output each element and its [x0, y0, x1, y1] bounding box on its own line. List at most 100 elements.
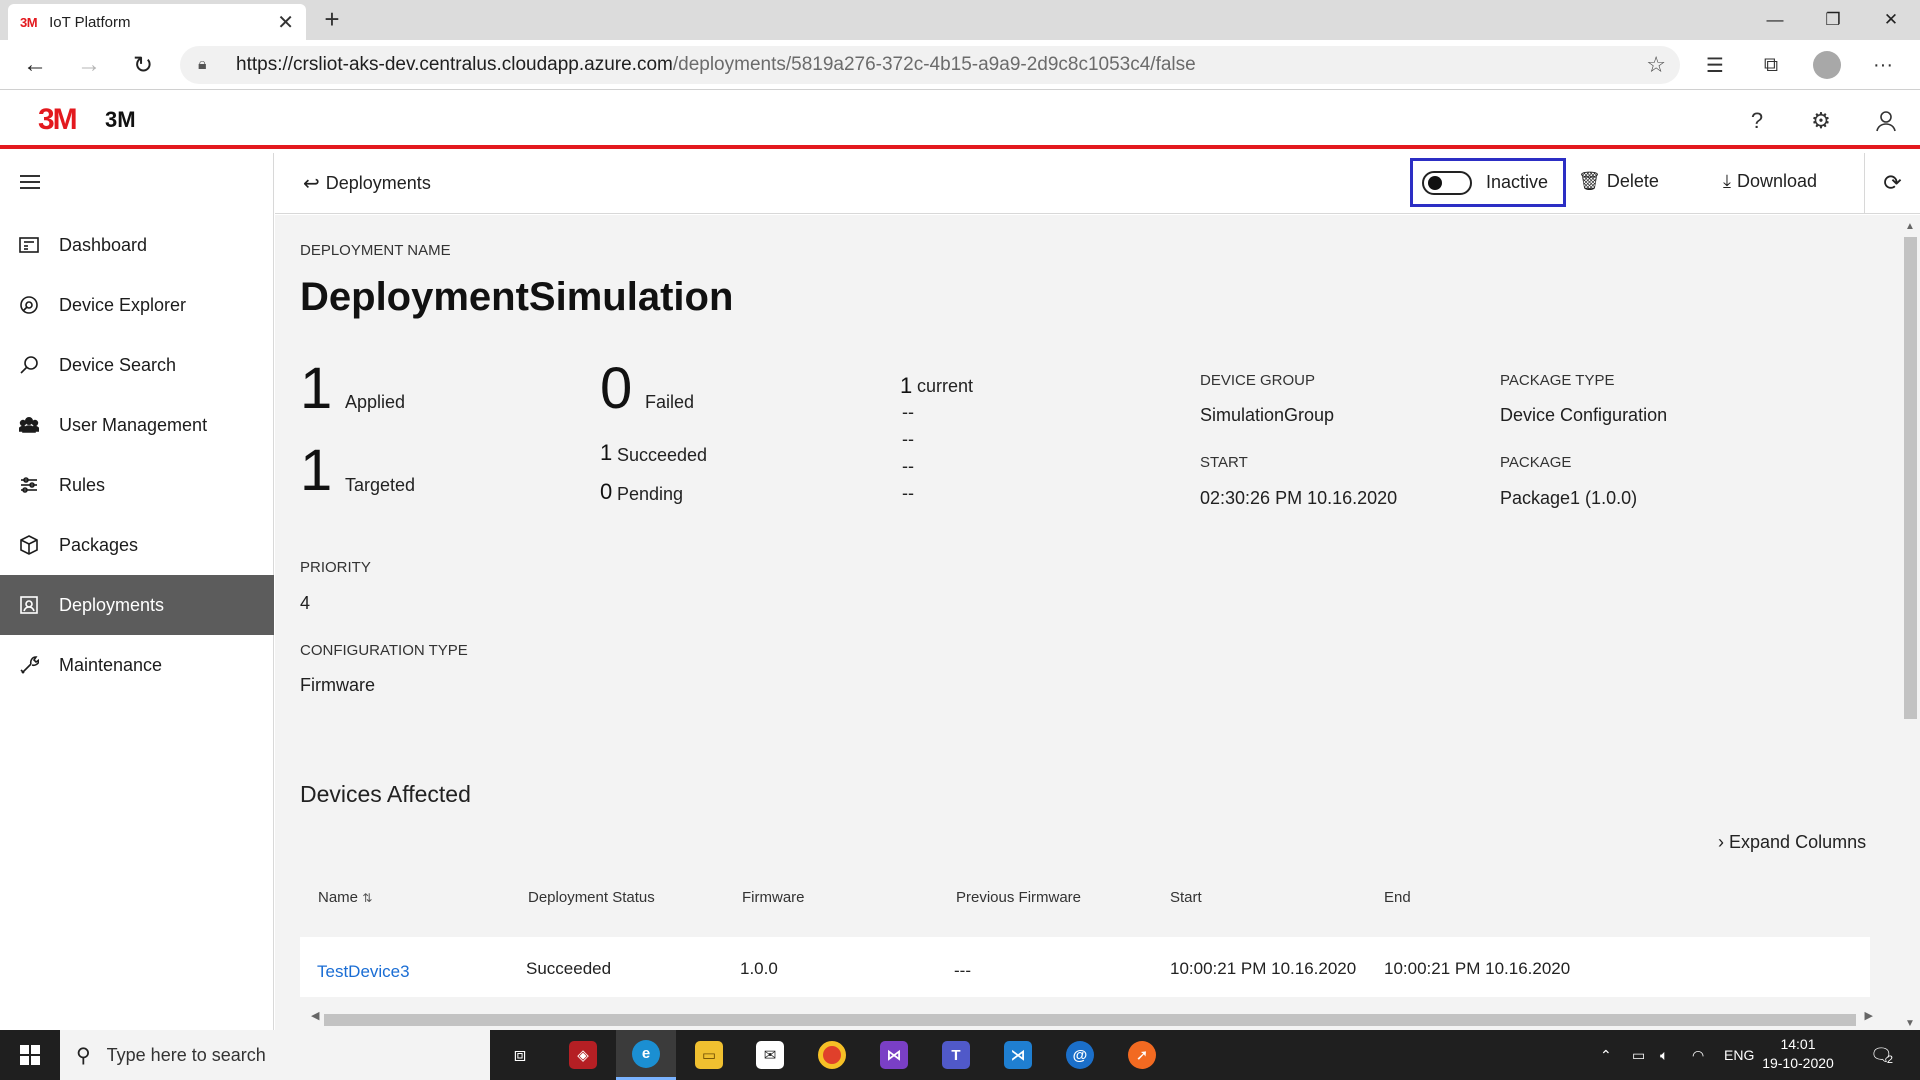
start-value: 02:30:26 PM 10.16.2020 — [1200, 488, 1398, 508]
column-header-firmware: Firmware — [742, 889, 805, 906]
mail-icon[interactable]: ✉ — [740, 1030, 800, 1080]
notifications-icon[interactable]: 🗨︎ 2 — [1870, 1030, 1893, 1080]
back-icon[interactable]: ← — [16, 46, 54, 84]
app-compass-icon[interactable]: ➚ — [1112, 1030, 1172, 1080]
back-to-deployments-link[interactable]: ↩ Deployments — [303, 171, 431, 196]
user-profile-icon[interactable] — [1870, 105, 1902, 137]
sidebar-item-device-search[interactable]: Device Search — [0, 335, 274, 395]
chrome-icon[interactable] — [802, 1030, 862, 1080]
windows-start-icon[interactable] — [0, 1030, 60, 1080]
search-icon: ⚲ — [76, 1044, 91, 1067]
download-label: Download — [1736, 171, 1818, 191]
minimize-icon[interactable]: — — [1746, 0, 1804, 40]
restore-icon[interactable]: ❐ — [1804, 0, 1862, 40]
settings-gear-icon[interactable]: ⚙ — [1805, 105, 1837, 137]
horizontal-scroll-thumb[interactable] — [324, 1014, 1856, 1026]
browser-tab[interactable]: 3M IoT Platform ✕ — [8, 4, 306, 40]
deployment-name-label: DEPLOYMENT NAME — [300, 242, 451, 259]
sidebar-item-user-management[interactable]: User Management — [0, 395, 274, 455]
sidebar-item-rules[interactable]: Rules — [0, 455, 274, 515]
package-type-value: Device Configuration — [1500, 405, 1668, 425]
horizontal-scrollbar[interactable]: ◀ ▶ — [308, 1009, 1876, 1026]
hamburger-menu-icon[interactable] — [20, 175, 40, 189]
download-icon: ⤓ — [1723, 171, 1731, 191]
refresh-icon[interactable]: ⟳ — [1864, 153, 1920, 213]
sidebar-item-label: Dashboard — [59, 234, 148, 255]
back-link-label: Deployments — [325, 173, 431, 193]
help-icon[interactable]: ? — [1741, 105, 1773, 137]
sidebar-item-deployments[interactable]: Deployments — [0, 575, 274, 635]
scroll-up-icon[interactable]: ▲ — [1905, 221, 1915, 232]
windows-taskbar: ⚲ Type here to search ⧈ ◈ e ▭ ✉ ⋈ T ⋊ @ … — [0, 1030, 1920, 1080]
task-view-icon[interactable]: ⧈ — [490, 1030, 550, 1080]
system-clock[interactable]: 14:01 19-10-2020 — [1758, 1035, 1838, 1073]
sidebar: Dashboard Device Explorer Device Search … — [0, 153, 274, 1030]
more-icon[interactable]: ··· — [1864, 46, 1902, 84]
volume-icon[interactable]: 🔈︎ — [1660, 1030, 1668, 1080]
applied-count: 1 — [300, 356, 333, 421]
vscode-icon[interactable]: ⋊ — [988, 1030, 1048, 1080]
edge-browser-icon[interactable]: e — [616, 1030, 676, 1080]
favorites-icon[interactable]: ☰ — [1696, 46, 1734, 84]
url-path: /deployments/5819a276-372c-4b15-a9a9-2d9… — [672, 54, 1196, 75]
expand-columns-label: Expand Columns — [1729, 832, 1867, 852]
column-header-end: End — [1384, 889, 1411, 906]
end-cell: 10:00:21 PM 10.16.2020 — [1384, 959, 1571, 978]
sidebar-item-packages[interactable]: Packages — [0, 515, 274, 575]
file-explorer-icon[interactable]: ▭ — [679, 1030, 739, 1080]
column-header-name[interactable]: Name ⇅ — [318, 889, 372, 906]
maintenance-icon — [18, 654, 40, 676]
3m-logo[interactable]: 3M — [38, 103, 78, 137]
favorite-star-icon[interactable]: ☆ — [1646, 52, 1666, 78]
download-button[interactable]: ⤓ Download — [1723, 171, 1817, 192]
lock-icon: 🔒︎ — [198, 56, 207, 73]
forward-icon[interactable]: → — [70, 46, 108, 84]
sidebar-item-device-explorer[interactable]: Device Explorer — [0, 275, 274, 335]
targeted-count: 1 — [300, 438, 333, 503]
tray-chevron-icon[interactable]: ⌃ — [1600, 1030, 1612, 1080]
security-app-icon[interactable]: ◈ — [553, 1030, 613, 1080]
visual-studio-icon[interactable]: ⋈ — [864, 1030, 924, 1080]
3m-favicon-icon: 3M — [20, 14, 38, 30]
close-tab-icon[interactable]: ✕ — [277, 10, 294, 35]
package-value: Package1 (1.0.0) — [1500, 488, 1638, 508]
sidebar-nav: Dashboard Device Explorer Device Search … — [0, 215, 274, 695]
active-toggle[interactable]: Inactive — [1410, 158, 1566, 207]
device-group-label: DEVICE GROUP — [1200, 372, 1316, 389]
close-window-icon[interactable]: ✕ — [1862, 0, 1920, 40]
dashboard-icon — [18, 234, 40, 256]
profile-avatar[interactable] — [1808, 46, 1846, 84]
column-header-previous-firmware: Previous Firmware — [956, 889, 1082, 906]
wifi-icon[interactable]: ◠ — [1692, 1030, 1704, 1080]
scroll-left-icon[interactable]: ◀ — [311, 1009, 319, 1022]
toggle-switch[interactable] — [1422, 170, 1472, 195]
delete-button[interactable]: 🗑︎ Delete — [1578, 171, 1659, 192]
current-count: 1 — [900, 373, 913, 398]
reload-icon[interactable]: ↻ — [124, 46, 162, 84]
scroll-right-icon[interactable]: ▶ — [1865, 1009, 1873, 1022]
language-indicator[interactable]: ENG — [1724, 1030, 1754, 1080]
taskbar-search-input[interactable]: ⚲ Type here to search — [60, 1030, 490, 1080]
device-name-link[interactable]: TestDevice3 — [317, 962, 410, 982]
collections-icon[interactable]: ⧉ — [1752, 46, 1790, 84]
scroll-down-icon[interactable]: ▼ — [1905, 1018, 1915, 1029]
expand-columns-button[interactable]: › Expand Columns — [1718, 832, 1866, 853]
sidebar-item-label: Device Search — [59, 354, 177, 375]
clock-date: 19-10-2020 — [1762, 1055, 1834, 1071]
sort-icon[interactable]: ⇅ — [362, 891, 372, 905]
vertical-scroll-thumb[interactable] — [1904, 237, 1917, 719]
battery-icon[interactable]: ▭ — [1632, 1030, 1645, 1080]
vertical-scrollbar[interactable]: ▲ ▼ — [1901, 219, 1918, 1029]
deployment-status-cell: Succeeded — [526, 959, 612, 978]
metric-dash: -- — [902, 483, 914, 503]
teams-icon[interactable]: T — [926, 1030, 986, 1080]
table-row[interactable]: TestDevice3 Succeeded 1.0.0 --- 10:00:21… — [300, 937, 1870, 997]
sidebar-item-maintenance[interactable]: Maintenance — [0, 635, 274, 695]
new-tab-icon[interactable]: + — [316, 4, 348, 36]
package-icon — [18, 534, 40, 556]
app-swirl-icon[interactable]: @ — [1050, 1030, 1110, 1080]
sidebar-item-label: Packages — [59, 534, 139, 555]
succeeded-label: Succeeded — [617, 445, 708, 465]
sidebar-item-dashboard[interactable]: Dashboard — [0, 215, 274, 275]
address-bar[interactable]: 🔒︎ https://crsliot-aks-dev.centralus.clo… — [180, 46, 1680, 84]
